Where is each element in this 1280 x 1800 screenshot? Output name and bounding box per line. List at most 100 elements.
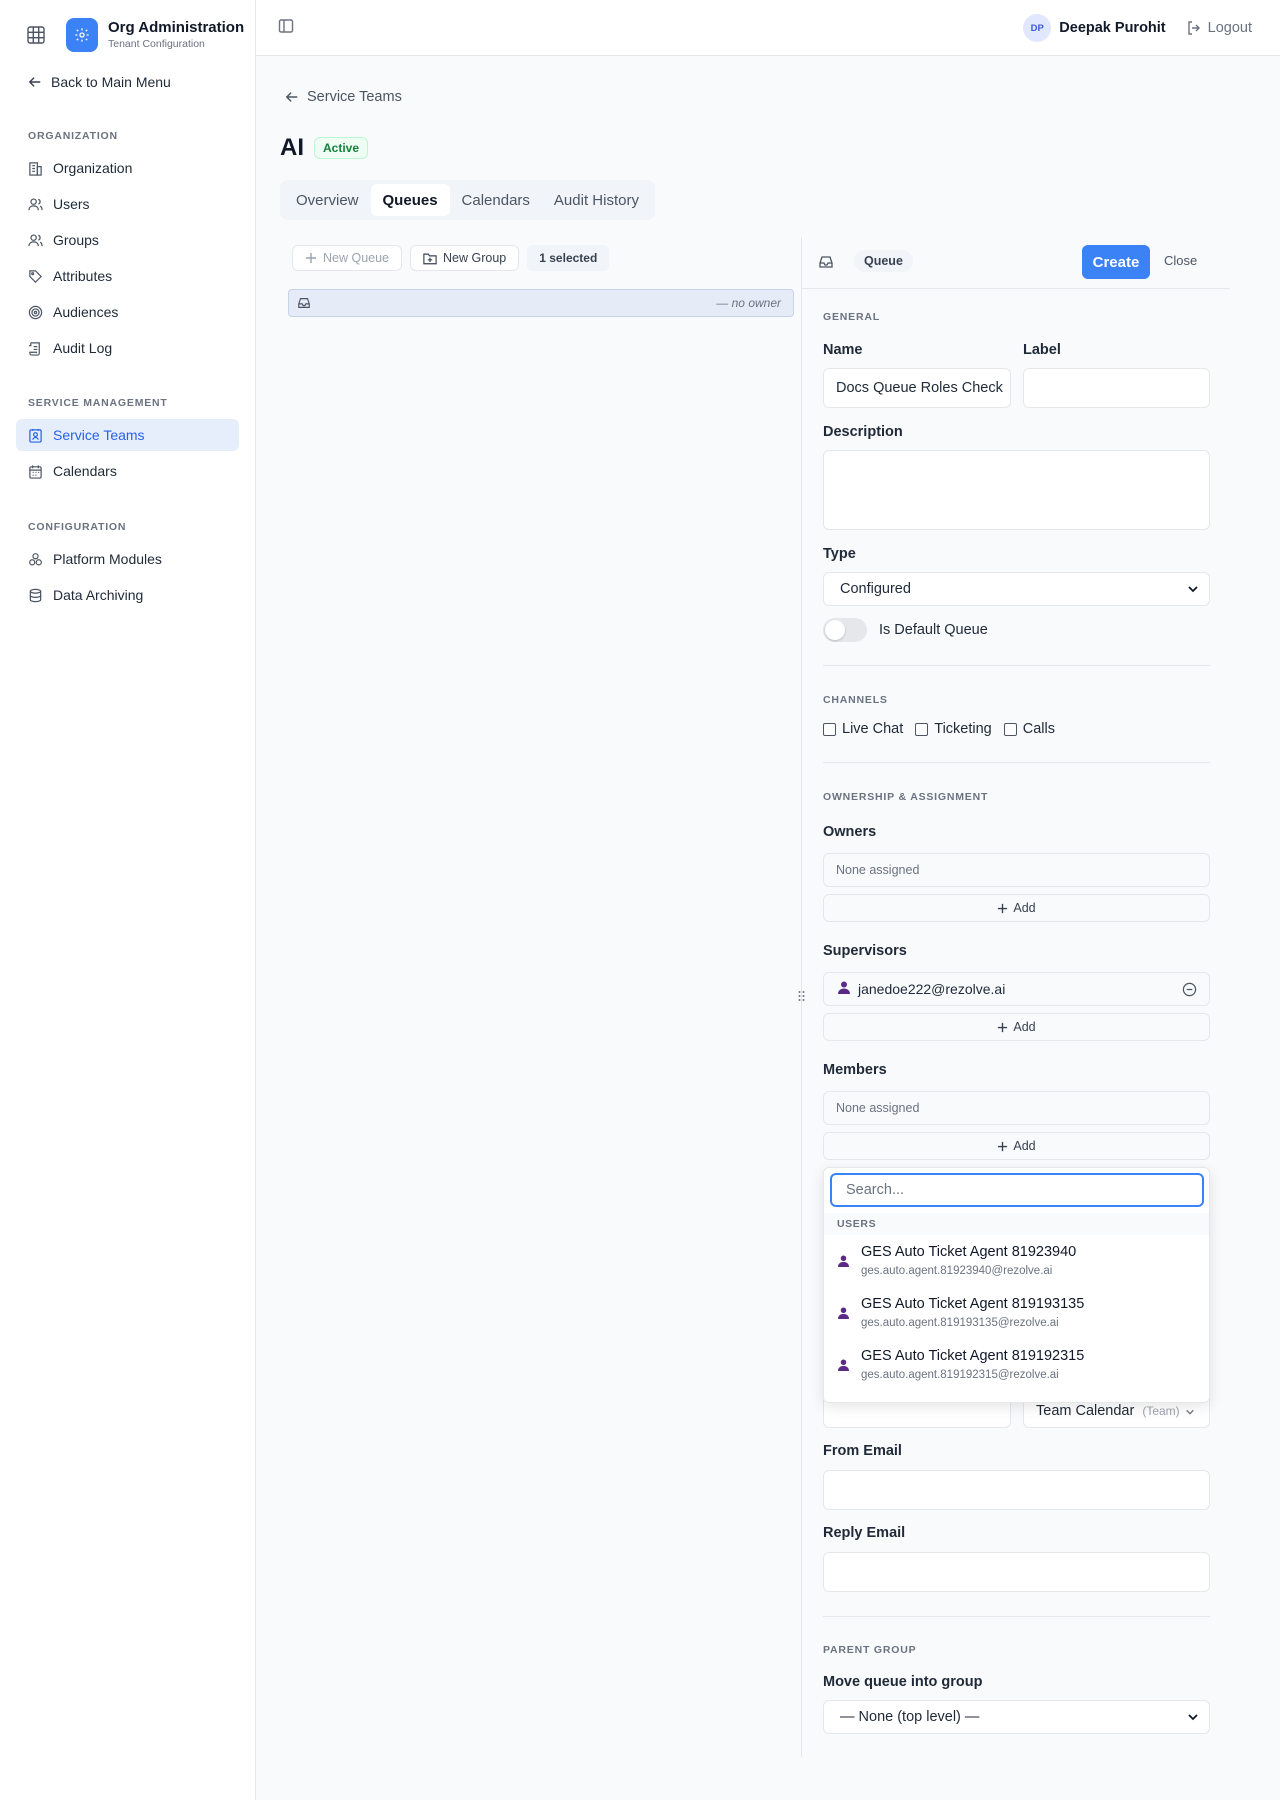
queue-owner: — no owner [716, 296, 781, 310]
scroll-icon [28, 341, 40, 356]
sidebar-item-data-archiving[interactable]: Data Archiving [16, 579, 239, 611]
remove-icon[interactable] [1182, 982, 1197, 1000]
sidebar-item-label: Users [53, 196, 90, 212]
label-field[interactable] [1023, 368, 1210, 408]
description-field[interactable] [823, 450, 1210, 530]
nav-section-title: CONFIGURATION [28, 521, 127, 533]
member-picker-popover: Search... USERS GES Auto Ticket Agent 81… [823, 1167, 1210, 1403]
tag-icon [29, 269, 42, 283]
sidebar-item-label: Organization [53, 160, 133, 176]
add-label: Add [1013, 1020, 1036, 1034]
resize-handle-icon[interactable] [797, 988, 806, 1004]
user-name: Deepak Purohit [1059, 20, 1166, 36]
user-name: GES Auto Ticket Agent 81923940 [861, 1244, 1077, 1260]
user-name: GES Auto Ticket Agent 819193135 [861, 1296, 1085, 1312]
name-field[interactable]: Docs Queue Roles Check [823, 368, 1011, 408]
sidebar-item-platform-modules[interactable]: Platform Modules [16, 543, 239, 575]
create-button[interactable]: Create [1082, 245, 1150, 279]
sidebar-toggle-icon[interactable] [278, 18, 294, 37]
new-group-label: New Group [443, 251, 507, 265]
calendar-value: Team Calendar [1036, 1403, 1135, 1419]
sidebar-item-attributes[interactable]: Attributes [16, 260, 239, 292]
queue-list-row[interactable]: — no owner [288, 289, 794, 317]
add-label: Add [1013, 901, 1036, 915]
channel-label: Ticketing [934, 721, 992, 737]
tab-audit-history[interactable]: Audit History [542, 184, 651, 216]
tab-calendars[interactable]: Calendars [450, 184, 542, 216]
plus-icon [998, 1022, 1008, 1032]
back-to-main-menu-link[interactable]: Back to Main Menu [28, 74, 171, 90]
label-label: Label [1023, 342, 1061, 358]
picker-user-option[interactable]: GES Auto Ticket Agent 81923940 ges.auto.… [824, 1235, 1209, 1287]
add-owner-button[interactable]: Add [823, 894, 1210, 922]
section-parent-group: PARENT GROUP [823, 1644, 917, 1656]
user-icon [838, 1254, 849, 1270]
new-queue-button[interactable]: New Queue [292, 245, 403, 271]
breadcrumb[interactable]: Service Teams [285, 89, 402, 105]
section-ownership: OWNERSHIP & ASSIGNMENT [823, 791, 989, 803]
checkbox[interactable] [915, 722, 929, 736]
sidebar-item-label: Attributes [53, 268, 113, 284]
checkbox[interactable] [823, 722, 836, 736]
building-icon [29, 161, 42, 176]
default-queue-toggle[interactable] [823, 618, 867, 642]
channel-calls[interactable]: Calls [1003, 721, 1055, 737]
top-bar: DP Deepak Purohit Logout [256, 0, 1280, 56]
picker-user-option[interactable]: GES Auto Ticket Agent 819192315 ges.auto… [824, 1339, 1209, 1391]
divider [823, 1616, 1210, 1617]
plus-icon [998, 903, 1008, 913]
sidebar-item-audiences[interactable]: Audiences [16, 296, 239, 328]
supervisor-email: janedoe222@rezolve.ai [858, 981, 1006, 997]
divider [823, 762, 1210, 763]
checkbox[interactable] [1003, 722, 1017, 736]
logout-icon [1187, 21, 1200, 35]
section-channels: CHANNELS [823, 694, 888, 706]
reply-email-field[interactable] [823, 1552, 1210, 1592]
app-grid-icon[interactable] [24, 23, 48, 47]
inbox-icon [818, 254, 834, 273]
sidebar-item-audit-log[interactable]: Audit Log [16, 332, 239, 364]
sidebar-item-label: Audit Log [53, 340, 113, 356]
chevron-down-icon [1188, 586, 1198, 593]
sidebar-item-groups[interactable]: Groups [16, 224, 239, 256]
from-email-label: From Email [823, 1443, 902, 1459]
arrow-left-icon [285, 92, 298, 102]
sidebar-item-users[interactable]: Users [16, 188, 239, 220]
arrow-left-icon [28, 77, 41, 87]
member-search-input[interactable]: Search... [830, 1173, 1204, 1207]
parent-group-select[interactable]: — None (top level) — [823, 1700, 1210, 1734]
type-select[interactable]: Configured [823, 572, 1210, 606]
owners-list: None assigned [823, 853, 1210, 887]
sidebar-item-calendars[interactable]: Calendars [16, 455, 239, 487]
add-member-button[interactable]: Add [823, 1132, 1210, 1160]
calendar-icon [29, 464, 42, 479]
tab-queues[interactable]: Queues [370, 184, 450, 216]
close-button[interactable]: Close [1164, 253, 1197, 268]
move-into-group-label: Move queue into group [823, 1674, 983, 1690]
settings-logo-icon [66, 18, 98, 52]
avatar[interactable]: DP [1023, 14, 1052, 42]
channel-options: Live Chat Ticketing Calls [823, 721, 1067, 737]
channel-live-chat[interactable]: Live Chat [823, 721, 903, 737]
selection-count: 1 selected [527, 245, 610, 271]
contact-card-icon [29, 428, 42, 443]
sidebar-item-organization[interactable]: Organization [16, 152, 239, 184]
user-icon [838, 981, 850, 997]
new-queue-label: New Queue [323, 251, 390, 265]
sidebar: Org Administration Tenant Configuration … [0, 0, 256, 1800]
picker-user-option[interactable]: GES Auto Ticket Agent 819193135 ges.auto… [824, 1287, 1209, 1339]
user-area: DP Deepak Purohit Logout [1023, 14, 1252, 42]
app-title: Org Administration [108, 19, 245, 36]
user-email: ges.auto.agent.819192315@rezolve.ai [861, 1369, 1059, 1381]
sidebar-item-service-teams[interactable]: Service Teams [16, 419, 239, 451]
detail-panel-header: Queue Create Close [802, 237, 1230, 289]
from-email-field[interactable] [823, 1470, 1210, 1510]
channel-ticketing[interactable]: Ticketing [915, 721, 992, 737]
new-group-button[interactable]: New Group [410, 245, 520, 271]
tab-overview[interactable]: Overview [284, 184, 371, 216]
logout-button[interactable]: Logout [1186, 20, 1252, 36]
sidebar-item-label: Groups [53, 232, 99, 248]
members-label: Members [823, 1062, 887, 1078]
add-supervisor-button[interactable]: Add [823, 1013, 1210, 1041]
sidebar-item-label: Audiences [53, 304, 119, 320]
